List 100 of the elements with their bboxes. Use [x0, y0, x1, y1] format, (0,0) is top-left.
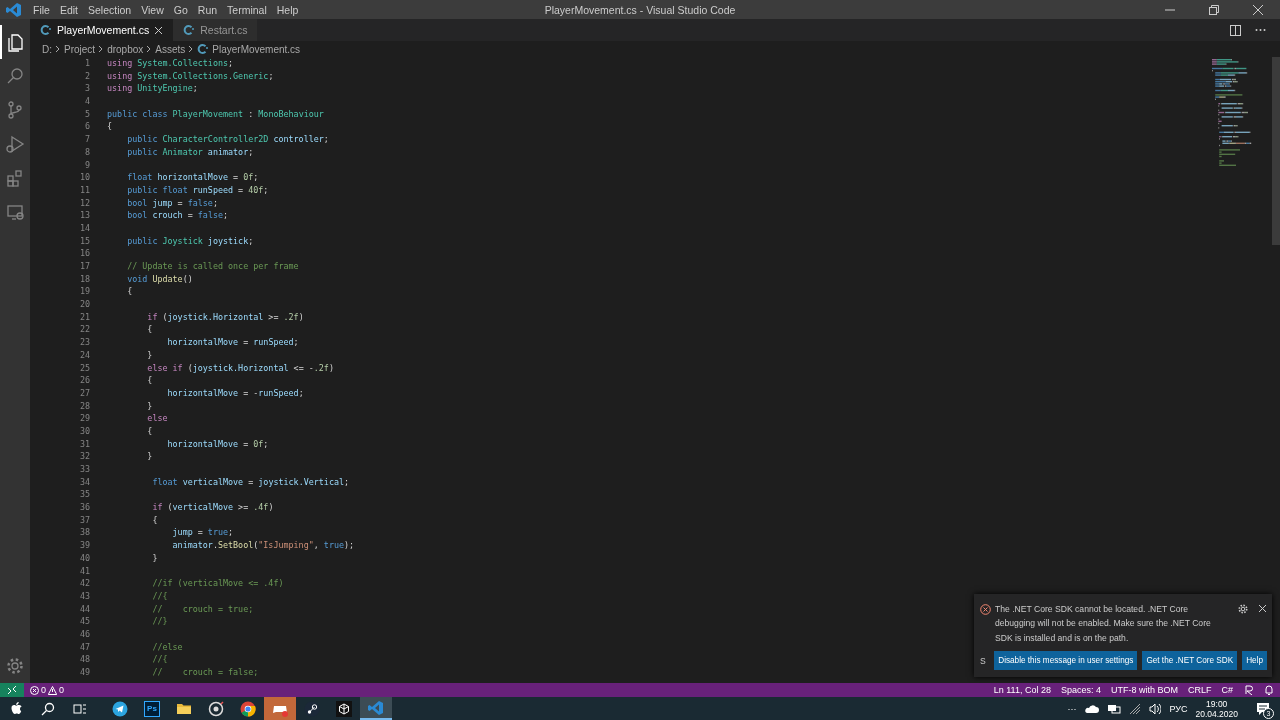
code-line: void Update() [126, 272, 193, 286]
settings-icon[interactable] [1238, 603, 1248, 614]
line-number: 44 [78, 602, 90, 616]
file-type-icon [40, 24, 52, 36]
code-line: horizontalMove = 0f; [166, 437, 269, 451]
notification-button[interactable]: Get the .NET Core SDK [1142, 651, 1238, 670]
close-icon[interactable] [1258, 603, 1267, 613]
menu-item[interactable]: View [136, 3, 169, 16]
line-number: 40 [78, 551, 90, 565]
notification-source: S [980, 655, 987, 666]
cube-icon[interactable] [336, 700, 352, 717]
code-line: // crouch = false; [151, 666, 259, 679]
code-line: jump = true; [171, 526, 234, 540]
code-line: } [146, 399, 153, 413]
tricolor-circle-icon[interactable] [240, 700, 256, 717]
code-line: //else [151, 640, 183, 654]
feedback-icon[interactable] [1244, 685, 1254, 695]
tray-overflow[interactable]: ··· [1067, 703, 1077, 714]
scrollbar-thumb[interactable] [1272, 57, 1280, 245]
blocks-icon[interactable] [5, 168, 25, 188]
line-number: 5 [83, 107, 90, 121]
files-icon[interactable] [6, 32, 26, 52]
more-actions-icon[interactable] [1255, 28, 1266, 32]
code-line: //if (verticalMove <= .4f) [151, 577, 284, 590]
bell-icon[interactable] [1264, 685, 1274, 695]
code-line: { [146, 323, 153, 337]
close-icon[interactable] [154, 25, 164, 35]
line-number: 16 [78, 247, 90, 260]
menu-item[interactable]: Edit [54, 3, 83, 16]
error-icon [980, 603, 991, 615]
menu-item[interactable]: Run [192, 3, 223, 16]
ps-app-icon[interactable]: Ps [144, 700, 160, 717]
line-number: 32 [78, 450, 90, 463]
line-number: 6 [83, 120, 90, 134]
menu-item[interactable]: Selection [83, 3, 137, 16]
line-number: 10 [78, 171, 90, 184]
line-number: 7 [83, 133, 90, 146]
status-item[interactable]: CRLF [1182, 685, 1217, 695]
code-line: horizontalMove = runSpeed; [166, 336, 299, 349]
line-number: 18 [78, 272, 90, 286]
search-icon[interactable] [40, 700, 56, 717]
notification-button[interactable]: Disable this message in user settings [994, 651, 1138, 670]
code-line: animator.SetBool("IsJumping", true); [171, 539, 355, 552]
code-line: } [146, 450, 153, 463]
line-number: 31 [78, 437, 90, 451]
status-item[interactable]: Spaces: 4 [1055, 685, 1106, 695]
code-line: if (joystick.Horizontal >= .2f) [146, 310, 304, 324]
chevron-icon [98, 45, 105, 53]
line-number: 19 [78, 285, 90, 299]
clock-date[interactable]: 20.04.2020 [1195, 708, 1238, 719]
menu-item[interactable]: Go [168, 3, 193, 16]
breadcrumb-item[interactable]: PlayerMovement.cs [212, 43, 301, 55]
editor-tab[interactable]: Restart.cs [173, 19, 258, 41]
chevron-icon [188, 45, 195, 53]
code-line: // crouch = true; [151, 602, 254, 616]
remote-icon[interactable] [7, 685, 17, 695]
network-icon[interactable] [1107, 703, 1122, 714]
error-count[interactable]: 0 [41, 685, 46, 695]
line-number: 24 [78, 348, 90, 362]
notification-button[interactable]: Help [1242, 651, 1267, 670]
window-title: PlayerMovement.cs - Visual Studio Code [544, 3, 736, 16]
status-item[interactable]: Ln 111, Col 28 [988, 685, 1056, 695]
line-number: 1 [83, 57, 90, 70]
clock-time[interactable]: 19:00 [1206, 698, 1228, 709]
status-item[interactable]: C# [1216, 685, 1238, 695]
editor-tab[interactable]: PlayerMovement.cs [30, 19, 174, 41]
line-number: 36 [78, 501, 90, 514]
menu-item[interactable]: Terminal [222, 3, 272, 16]
input-language[interactable]: РУС [1169, 703, 1188, 714]
code-line: //{ [151, 589, 168, 603]
line-number: 20 [78, 298, 90, 311]
code-line: public float runSpeed = 40f; [126, 183, 269, 197]
breadcrumb-item[interactable]: Assets [155, 43, 186, 55]
monitor-icon[interactable] [5, 202, 25, 222]
code-line: public CharacterController2D controller; [126, 133, 329, 146]
breadcrumb-item[interactable]: Project [64, 43, 96, 55]
volume-icon[interactable] [1149, 702, 1162, 715]
line-number: 33 [78, 463, 90, 476]
code-line: } [151, 551, 158, 565]
breadcrumb-item[interactable]: D: [42, 43, 52, 55]
chevron-icon [146, 45, 153, 53]
line-number: 34 [78, 475, 90, 489]
line-number: 11 [78, 183, 90, 197]
paper-plane-icon[interactable] [112, 700, 128, 717]
status-item[interactable]: UTF-8 with BOM [1105, 685, 1183, 695]
play-bug-icon[interactable] [5, 134, 25, 154]
chevron-icon [55, 45, 61, 53]
cloud-icon[interactable] [1084, 703, 1100, 714]
breadcrumb-item[interactable]: dropbox [107, 43, 144, 55]
line-number: 42 [78, 577, 90, 590]
line-number: 2 [83, 69, 90, 83]
source-control-icon[interactable] [5, 100, 25, 120]
line-number: 17 [78, 260, 90, 273]
menu-item[interactable]: Help [271, 3, 304, 16]
line-number: 46 [78, 627, 90, 641]
code-line: // Update is called once per frame [126, 260, 299, 273]
disc-icon[interactable] [208, 700, 224, 717]
split-editor-icon[interactable] [1230, 24, 1241, 36]
warning-count[interactable]: 0 [59, 685, 65, 695]
menu-item[interactable]: File [28, 3, 55, 16]
